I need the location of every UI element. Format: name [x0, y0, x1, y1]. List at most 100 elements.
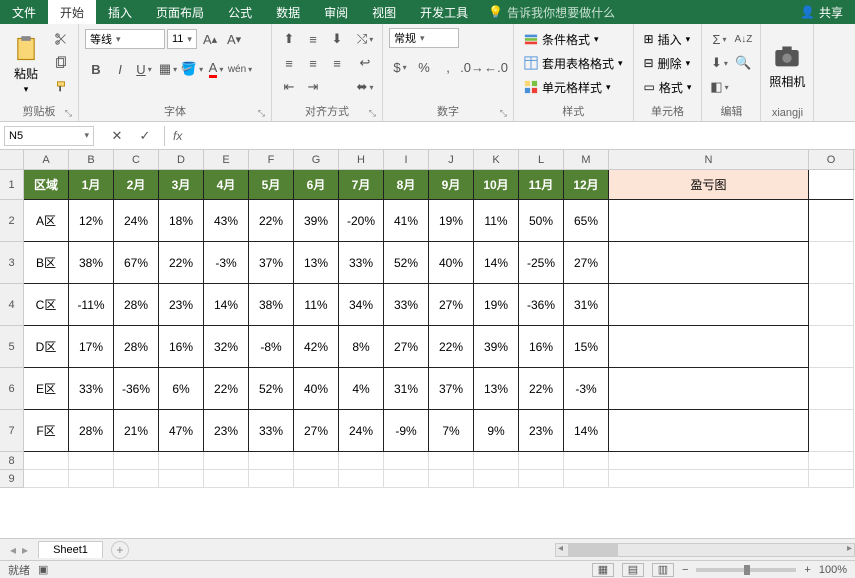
increase-indent-button[interactable]: ⇥: [302, 76, 324, 98]
cell[interactable]: [809, 470, 854, 488]
cell[interactable]: 4%: [339, 368, 384, 410]
fill-color-button[interactable]: 🪣: [181, 58, 203, 80]
cell[interactable]: F区: [24, 410, 69, 452]
cell[interactable]: 52%: [384, 242, 429, 284]
col-header-O[interactable]: O: [809, 150, 854, 169]
cell[interactable]: 盈亏图: [609, 170, 809, 200]
cell[interactable]: [384, 470, 429, 488]
col-header-F[interactable]: F: [249, 150, 294, 169]
cell[interactable]: 15%: [564, 326, 609, 368]
cell[interactable]: 7%: [429, 410, 474, 452]
cell[interactable]: 23%: [519, 410, 564, 452]
cell[interactable]: 8月: [384, 170, 429, 200]
cell[interactable]: [609, 470, 809, 488]
cell[interactable]: -9%: [384, 410, 429, 452]
clear-button[interactable]: ◧: [708, 76, 730, 98]
font-name-combo[interactable]: 等线▾: [85, 29, 165, 49]
percent-format-button[interactable]: %: [413, 56, 435, 78]
cell[interactable]: 1月: [69, 170, 114, 200]
cell[interactable]: -3%: [564, 368, 609, 410]
row-header-7[interactable]: 7: [0, 410, 24, 452]
cell-styles-button[interactable]: 单元格样式▾: [520, 76, 627, 98]
col-header-G[interactable]: G: [294, 150, 339, 169]
cell[interactable]: 14%: [474, 242, 519, 284]
cell[interactable]: [24, 470, 69, 488]
cell[interactable]: 14%: [564, 410, 609, 452]
zoom-in-button[interactable]: +: [804, 564, 810, 576]
increase-decimal-button[interactable]: .0→: [461, 56, 483, 78]
page-break-view-button[interactable]: ▥: [652, 563, 674, 577]
copy-button[interactable]: [50, 52, 72, 74]
decrease-decimal-button[interactable]: ←.0: [485, 56, 507, 78]
cell[interactable]: A区: [24, 200, 69, 242]
cell[interactable]: 47%: [159, 410, 204, 452]
cell[interactable]: 24%: [114, 200, 159, 242]
font-size-combo[interactable]: 11▾: [167, 29, 197, 49]
cell[interactable]: 12月: [564, 170, 609, 200]
menu-tab-5[interactable]: 数据: [264, 0, 312, 24]
cell[interactable]: 23%: [159, 284, 204, 326]
cell[interactable]: 区域: [24, 170, 69, 200]
cell[interactable]: [114, 470, 159, 488]
formula-input[interactable]: [190, 126, 855, 146]
cell[interactable]: E区: [24, 368, 69, 410]
comma-format-button[interactable]: ,: [437, 56, 459, 78]
col-header-C[interactable]: C: [114, 150, 159, 169]
cell[interactable]: 41%: [384, 200, 429, 242]
cell[interactable]: 6月: [294, 170, 339, 200]
cell[interactable]: [204, 452, 249, 470]
select-all-corner[interactable]: [0, 150, 24, 169]
name-box[interactable]: N5▾: [4, 126, 94, 146]
cell[interactable]: 3月: [159, 170, 204, 200]
cell[interactable]: [564, 470, 609, 488]
cell[interactable]: -36%: [114, 368, 159, 410]
row-header-2[interactable]: 2: [0, 200, 24, 242]
paste-button[interactable]: 粘贴 ▾: [6, 28, 46, 101]
align-middle-button[interactable]: ≡: [302, 28, 324, 50]
camera-button[interactable]: 照相机: [767, 28, 807, 105]
cell[interactable]: 28%: [69, 410, 114, 452]
cell[interactable]: 7月: [339, 170, 384, 200]
horizontal-scrollbar[interactable]: ◂ ▸: [555, 543, 855, 557]
cancel-formula-button[interactable]: ✕: [106, 125, 128, 147]
cell[interactable]: 27%: [564, 242, 609, 284]
cell[interactable]: 16%: [159, 326, 204, 368]
sort-filter-button[interactable]: A↓Z: [732, 28, 754, 50]
cell[interactable]: 12%: [69, 200, 114, 242]
col-header-B[interactable]: B: [69, 150, 114, 169]
cell[interactable]: 32%: [204, 326, 249, 368]
col-header-N[interactable]: N: [609, 150, 809, 169]
cell[interactable]: 4月: [204, 170, 249, 200]
zoom-slider[interactable]: [696, 568, 796, 572]
row-header-4[interactable]: 4: [0, 284, 24, 326]
cell[interactable]: 42%: [294, 326, 339, 368]
cell[interactable]: [69, 452, 114, 470]
cell[interactable]: 10月: [474, 170, 519, 200]
menu-tab-6[interactable]: 审阅: [312, 0, 360, 24]
cell[interactable]: -20%: [339, 200, 384, 242]
menu-tab-0[interactable]: 文件: [0, 0, 48, 24]
cell[interactable]: [159, 470, 204, 488]
cell[interactable]: -25%: [519, 242, 564, 284]
cell[interactable]: [429, 452, 474, 470]
format-painter-button[interactable]: [50, 76, 72, 98]
decrease-indent-button[interactable]: ⇤: [278, 76, 300, 98]
cell[interactable]: 9%: [474, 410, 519, 452]
cell[interactable]: [609, 242, 809, 284]
cell[interactable]: 65%: [564, 200, 609, 242]
cell[interactable]: 38%: [249, 284, 294, 326]
cell[interactable]: B区: [24, 242, 69, 284]
share-button[interactable]: 👤 共享: [788, 0, 855, 24]
cell[interactable]: -11%: [69, 284, 114, 326]
zoom-thumb[interactable]: [744, 565, 750, 575]
decrease-font-button[interactable]: A▾: [223, 28, 245, 50]
cell[interactable]: 11%: [474, 200, 519, 242]
menu-tab-2[interactable]: 插入: [96, 0, 144, 24]
cell[interactable]: 33%: [249, 410, 294, 452]
find-button[interactable]: 🔍: [732, 52, 754, 74]
cell[interactable]: 22%: [159, 242, 204, 284]
cell[interactable]: 5月: [249, 170, 294, 200]
cell[interactable]: [429, 470, 474, 488]
cell[interactable]: [609, 452, 809, 470]
cell[interactable]: 39%: [474, 326, 519, 368]
